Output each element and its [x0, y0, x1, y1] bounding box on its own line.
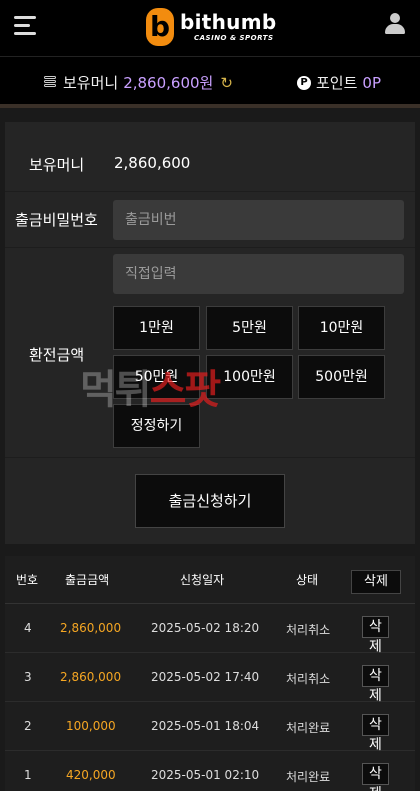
logo-text: bithumb — [180, 10, 277, 34]
points-icon: P — [297, 75, 311, 90]
money-value: 2,860,600원 — [123, 74, 214, 92]
amount-500k-button[interactable]: 50만원 — [113, 355, 200, 399]
row-date: 2025-05-02 18:20 — [151, 621, 260, 635]
header-date: 신청일자 — [180, 573, 225, 587]
row-amount: 2,860,000 — [60, 670, 122, 684]
row-delete-button[interactable]: 삭제 — [362, 665, 389, 704]
refresh-icon[interactable]: ↻ — [220, 74, 233, 92]
row-date: 2025-05-01 02:10 — [151, 768, 260, 782]
delete-all-button[interactable]: 삭제 — [351, 570, 401, 594]
row-num: 4 — [24, 621, 32, 635]
money-label: 보유머니 — [63, 74, 119, 92]
password-label: 출금비밀번호 — [15, 211, 98, 229]
row-status: 처리취소 — [286, 672, 331, 686]
balance-label: 보유머니 — [29, 156, 85, 174]
top-bar: b bithumb CASINO & SPORTS — [0, 0, 420, 56]
row-num: 3 — [24, 670, 32, 684]
logo-subtitle: CASINO & SPORTS — [194, 34, 274, 42]
withdraw-history-table: 번호 출금금액 신청일자 상태 삭제 4 2,860,000 2025-05-0… — [5, 556, 415, 791]
row-amount: 100,000 — [66, 719, 116, 733]
amount-row: 환전금액 1만원 5만원 10만원 50만원 100만원 500만원 정정하기 — [5, 248, 415, 458]
row-status: 처리완료 — [286, 770, 331, 784]
table-row: 4 2,860,000 2025-05-02 18:20 처리취소 삭제 — [5, 604, 415, 655]
points-value: 0P — [362, 73, 381, 92]
row-status: 처리완료 — [286, 721, 331, 735]
logo[interactable]: b bithumb CASINO & SPORTS — [146, 6, 286, 50]
table-row: 1 420,000 2025-05-01 02:10 처리완료 삭제 — [5, 751, 415, 791]
amount-5m-button[interactable]: 500만원 — [298, 355, 385, 399]
header-amount: 출금금액 — [65, 573, 110, 587]
coin-stack-icon — [44, 76, 59, 89]
row-status: 처리취소 — [286, 623, 331, 637]
password-row: 출금비밀번호 — [5, 192, 415, 248]
amount-10k-button[interactable]: 1만원 — [113, 306, 200, 350]
withdraw-form: 보유머니 2,860,600 출금비밀번호 환전금액 1만원 5만원 10만원 … — [5, 122, 415, 544]
withdraw-password-input[interactable] — [113, 200, 404, 240]
row-delete-button[interactable]: 삭제 — [362, 616, 389, 655]
withdraw-submit-button[interactable]: 출금신청하기 — [135, 474, 285, 528]
row-delete-button[interactable]: 삭제 — [362, 714, 389, 753]
user-icon[interactable] — [385, 13, 405, 35]
row-date: 2025-05-01 18:04 — [151, 719, 260, 733]
table-row: 2 100,000 2025-05-01 18:04 처리완료 삭제 — [5, 702, 415, 753]
row-date: 2025-05-02 17:40 — [151, 670, 260, 684]
row-amount: 2,860,000 — [60, 621, 122, 635]
row-delete-button[interactable]: 삭제 — [362, 763, 389, 791]
amount-input[interactable] — [113, 254, 404, 294]
row-amount: 420,000 — [66, 768, 116, 782]
divider — [0, 104, 420, 108]
header-num: 번호 — [16, 573, 39, 587]
money-display: 보유머니 2,860,600원 ↻ — [44, 72, 233, 93]
balance-row: 보유머니 2,860,600 — [5, 122, 415, 192]
amount-50k-button[interactable]: 5만원 — [206, 306, 293, 350]
balance-bar: 보유머니 2,860,600원 ↻ P 포인트 0P — [0, 56, 420, 104]
logo-mark: b — [146, 8, 174, 46]
table-row: 3 2,860,000 2025-05-02 17:40 처리취소 삭제 — [5, 653, 415, 704]
amount-label: 환전금액 — [29, 346, 85, 364]
points-display: P 포인트 0P — [297, 72, 381, 93]
amount-1m-button[interactable]: 100만원 — [206, 355, 293, 399]
reset-amount-button[interactable]: 정정하기 — [113, 404, 200, 448]
row-num: 2 — [24, 719, 32, 733]
balance-value: 2,860,600 — [114, 154, 191, 172]
hamburger-menu-icon[interactable] — [14, 16, 36, 35]
row-num: 1 — [24, 768, 32, 782]
table-header: 번호 출금금액 신청일자 상태 삭제 — [5, 556, 415, 604]
amount-100k-button[interactable]: 10만원 — [298, 306, 385, 350]
points-label: 포인트 — [316, 74, 358, 92]
header-status: 상태 — [296, 573, 319, 587]
